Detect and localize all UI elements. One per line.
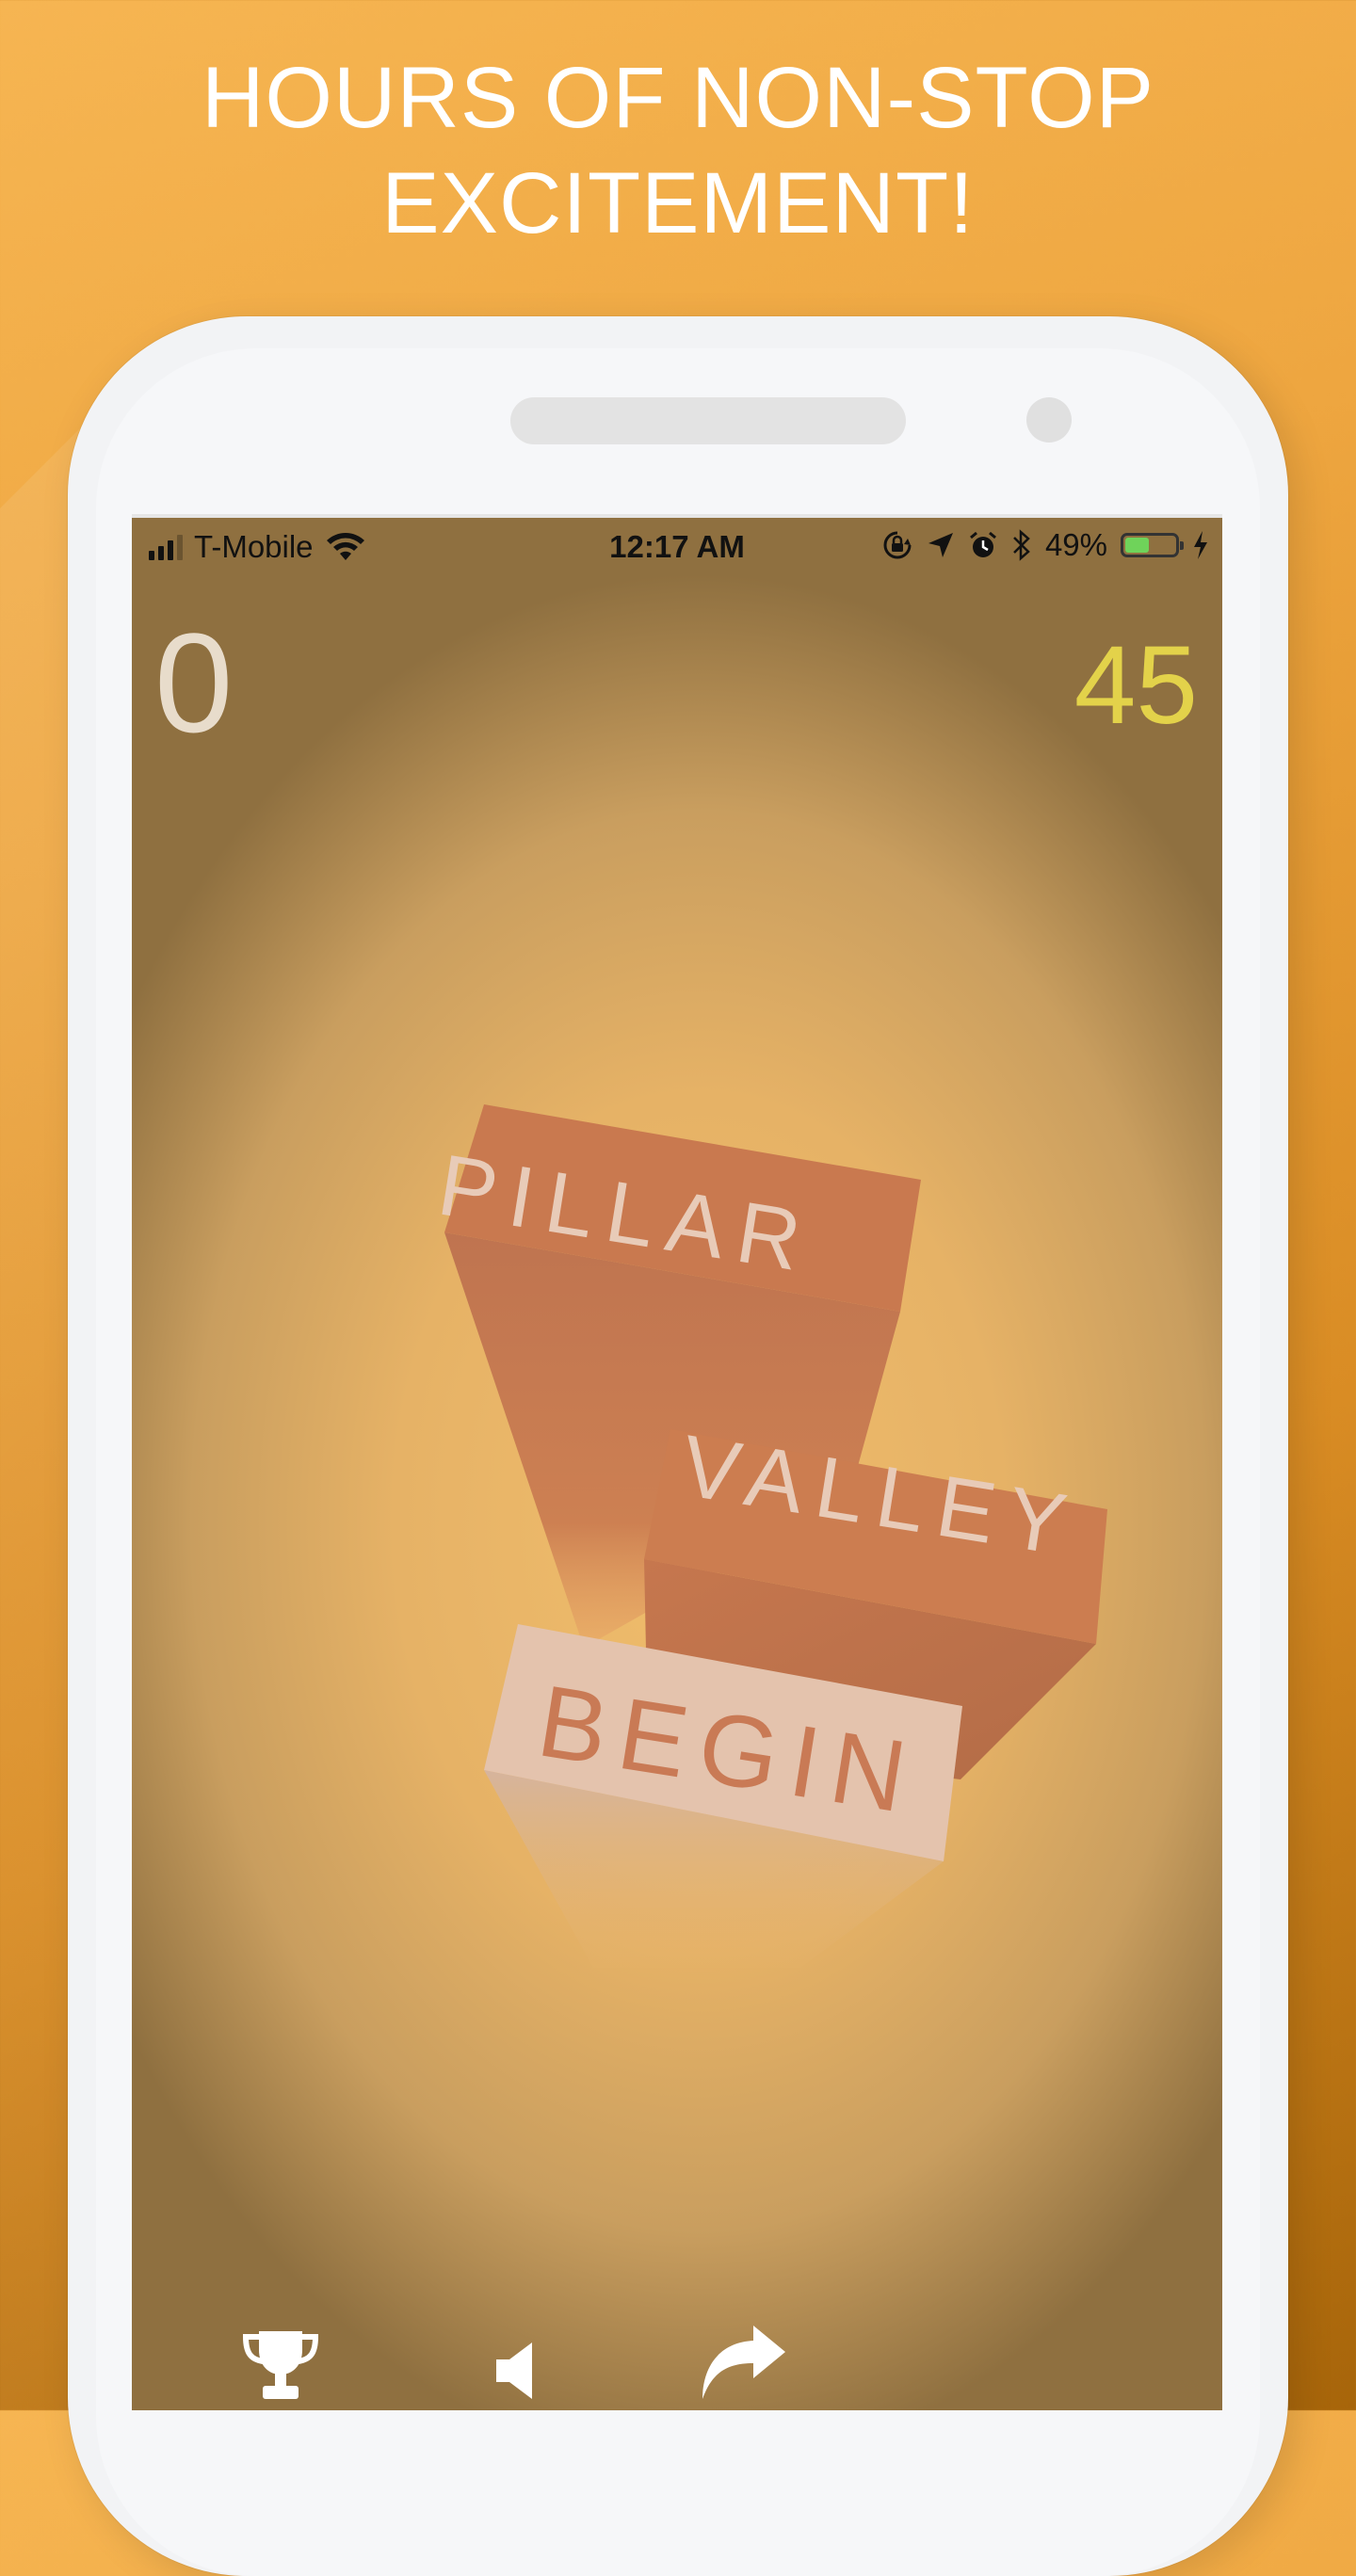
leaderboard-button[interactable] <box>224 2312 337 2403</box>
sound-icon <box>496 2343 532 2399</box>
promo-headline: HOURS OF NON-STOP EXCITEMENT! <box>0 45 1356 256</box>
game-screen: T-Mobile 12:17 AM 49% 0 45 PILLAR VALLEY… <box>132 518 1222 2410</box>
trophy-icon <box>242 2331 319 2399</box>
headline-line-1: HOURS OF NON-STOP <box>201 50 1155 146</box>
phone-speaker <box>510 397 906 444</box>
share-button[interactable] <box>686 2312 799 2403</box>
phone-camera <box>1026 397 1072 443</box>
blocks-scene: PILLAR VALLEY BEGIN <box>432 1104 1107 1968</box>
bottom-toolbar <box>132 2307 1222 2410</box>
headline-line-2: EXCITEMENT! <box>381 155 975 251</box>
share-icon <box>702 2326 785 2399</box>
sound-toggle-button[interactable] <box>460 2312 573 2403</box>
